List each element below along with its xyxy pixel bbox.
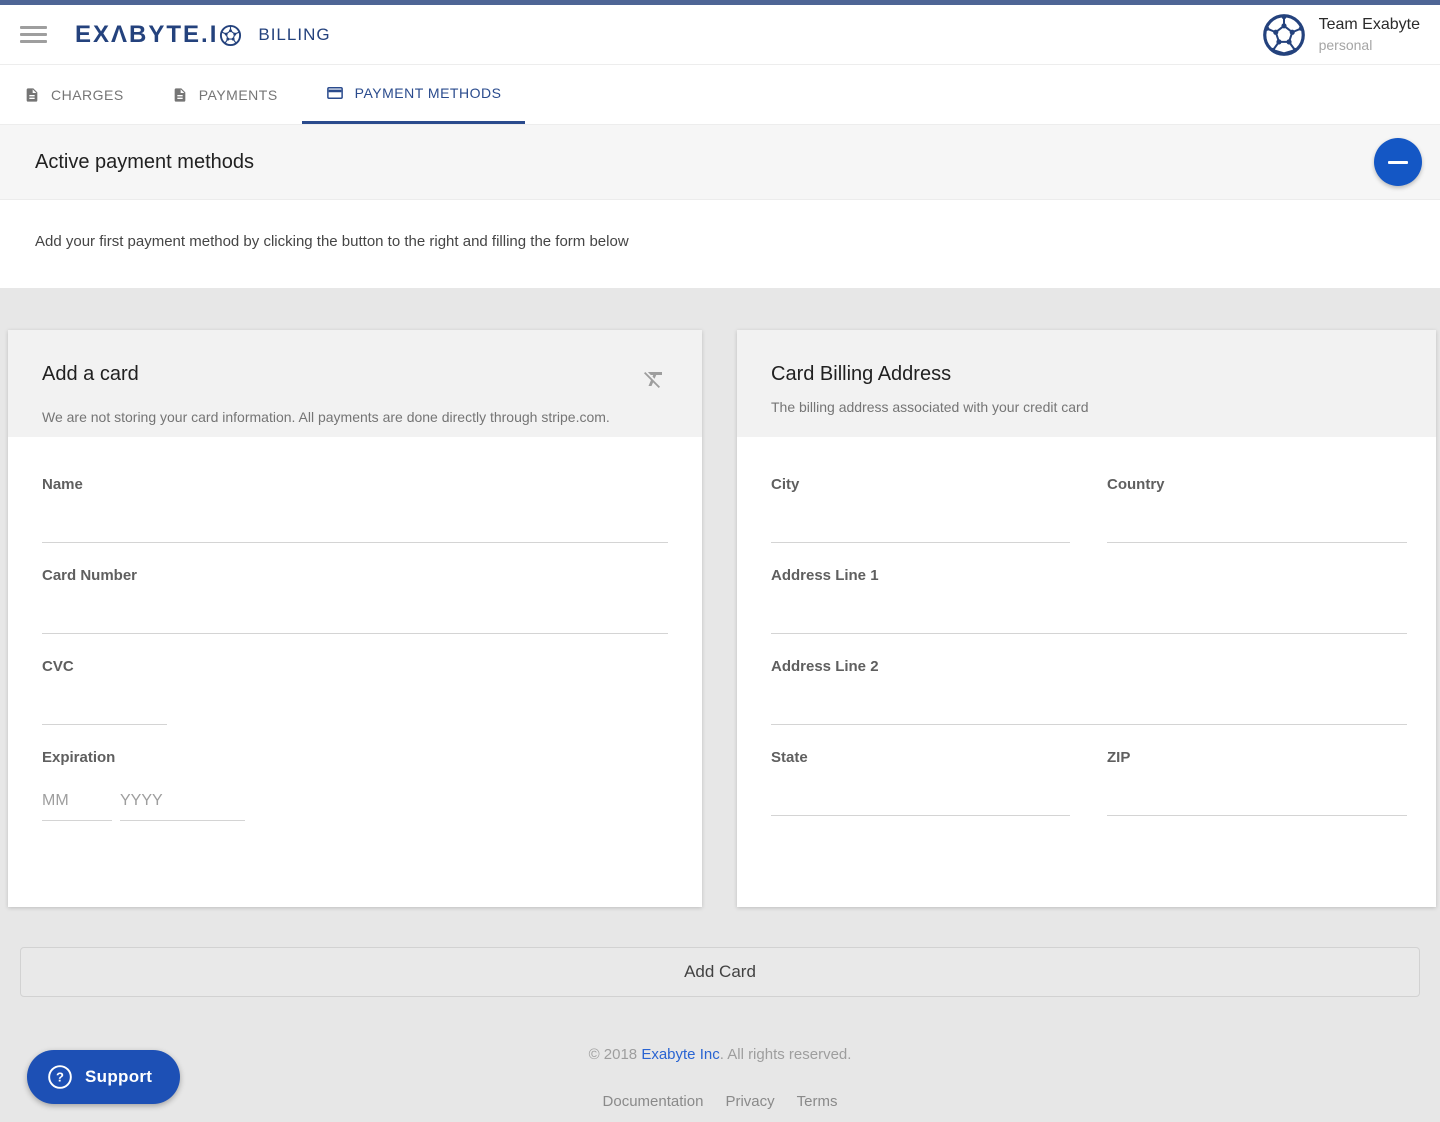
country-input[interactable] <box>1107 494 1407 543</box>
address-line-1-label: Address Line 1 <box>771 567 1407 585</box>
add-card-action-row: Add Card <box>20 947 1420 997</box>
city-label: City <box>771 476 1070 494</box>
billing-address-title: Card Billing Address <box>771 363 1402 386</box>
expiration-field-group: Expiration <box>42 749 668 821</box>
state-input[interactable] <box>771 767 1070 816</box>
section-description: Add your first payment method by clickin… <box>0 200 1440 288</box>
address-line-1-input[interactable] <box>771 585 1407 634</box>
help-icon: ? <box>47 1064 73 1090</box>
country-field-group: Country <box>1107 476 1407 543</box>
cvc-input[interactable] <box>42 676 167 725</box>
active-payment-methods-header: Active payment methods <box>0 125 1440 200</box>
expiration-label: Expiration <box>42 749 668 767</box>
minus-icon <box>1388 161 1408 164</box>
document-icon <box>24 87 40 103</box>
country-label: Country <box>1107 476 1407 494</box>
billing-address-body: City Country Address Line 1 Address Line… <box>737 476 1436 907</box>
team-name: Team Exabyte <box>1319 16 1420 34</box>
page-title: BILLING <box>258 25 330 45</box>
copyright-suffix: . All rights reserved. <box>720 1046 852 1063</box>
state-label: State <box>771 749 1070 767</box>
tab-label: PAYMENT METHODS <box>355 85 502 101</box>
billing-page: EXΛBYTE.I BILLING <box>0 0 1440 1122</box>
city-country-row: City Country <box>771 476 1407 543</box>
name-label: Name <box>42 476 668 494</box>
address-line-2-input[interactable] <box>771 676 1407 725</box>
copyright-prefix: © 2018 <box>589 1046 642 1063</box>
state-field-group: State <box>771 749 1070 816</box>
card-number-input[interactable] <box>42 585 668 634</box>
add-card-subtitle: We are not storing your card information… <box>42 409 668 425</box>
add-card-title: Add a card <box>42 363 139 386</box>
tab-charges[interactable]: CHARGES <box>0 65 148 124</box>
state-zip-row: State ZIP <box>771 749 1407 816</box>
add-card-button[interactable]: Add Card <box>20 947 1420 997</box>
company-link[interactable]: Exabyte Inc <box>641 1046 719 1063</box>
payment-form-cards: Add a card We are not storing your card … <box>8 330 1436 907</box>
collapse-minus-button[interactable] <box>1374 138 1422 186</box>
svg-text:?: ? <box>56 1070 64 1085</box>
city-input[interactable] <box>771 494 1070 543</box>
billing-address-subtitle: The billing address associated with your… <box>771 399 1402 415</box>
card-number-field-group: Card Number <box>42 567 668 634</box>
support-button[interactable]: ? Support <box>27 1050 180 1104</box>
team-type: personal <box>1319 37 1420 53</box>
app-header: EXΛBYTE.I BILLING <box>0 5 1440 65</box>
name-input[interactable] <box>42 494 668 543</box>
clear-form-button[interactable] <box>640 365 668 396</box>
add-card-header: Add a card We are not storing your card … <box>8 330 702 437</box>
hamburger-menu-icon[interactable] <box>20 26 47 43</box>
billing-tab-bar: CHARGES PAYMENTS PAYMENT METHODS <box>0 65 1440 125</box>
credit-card-icon <box>326 84 344 102</box>
billing-address-panel: Card Billing Address The billing address… <box>737 330 1436 907</box>
name-field-group: Name <box>42 476 668 543</box>
expiration-year-input[interactable] <box>120 781 245 821</box>
add-card-panel: Add a card We are not storing your card … <box>8 330 702 907</box>
tab-payment-methods[interactable]: PAYMENT METHODS <box>302 65 526 124</box>
tab-payments[interactable]: PAYMENTS <box>148 65 302 124</box>
tab-label: CHARGES <box>51 87 124 103</box>
expiration-month-input[interactable] <box>42 781 112 821</box>
add-card-body: Name Card Number CVC Expiration <box>8 476 702 907</box>
logo-wordmark: EXΛBYTE.I <box>75 21 218 49</box>
section-title: Active payment methods <box>35 151 254 174</box>
zip-field-group: ZIP <box>1107 749 1407 816</box>
terms-link[interactable]: Terms <box>797 1093 838 1110</box>
address-line-2-label: Address Line 2 <box>771 658 1407 676</box>
zip-input[interactable] <box>1107 767 1407 816</box>
logo-ball-icon <box>219 24 242 47</box>
support-label: Support <box>85 1067 152 1087</box>
billing-address-header: Card Billing Address The billing address… <box>737 330 1436 437</box>
privacy-link[interactable]: Privacy <box>725 1093 774 1110</box>
exabyte-logo[interactable]: EXΛBYTE.I <box>75 21 242 49</box>
address-line-1-field-group: Address Line 1 <box>771 567 1407 634</box>
footer-copyright: © 2018 Exabyte Inc. All rights reserved. <box>0 1046 1440 1063</box>
cvc-field-group: CVC <box>42 658 668 725</box>
card-number-label: Card Number <box>42 567 668 585</box>
footer-links: Documentation Privacy Terms <box>0 1093 1440 1110</box>
account-names: Team Exabyte personal <box>1319 16 1420 53</box>
cvc-label: CVC <box>42 658 668 676</box>
documentation-link[interactable]: Documentation <box>603 1093 704 1110</box>
zip-label: ZIP <box>1107 749 1407 767</box>
team-avatar <box>1262 13 1306 57</box>
tab-label: PAYMENTS <box>199 87 278 103</box>
account-widget[interactable]: Team Exabyte personal <box>1262 13 1420 57</box>
city-field-group: City <box>771 476 1070 543</box>
clear-format-icon <box>642 367 666 391</box>
document-icon <box>172 87 188 103</box>
address-line-2-field-group: Address Line 2 <box>771 658 1407 725</box>
